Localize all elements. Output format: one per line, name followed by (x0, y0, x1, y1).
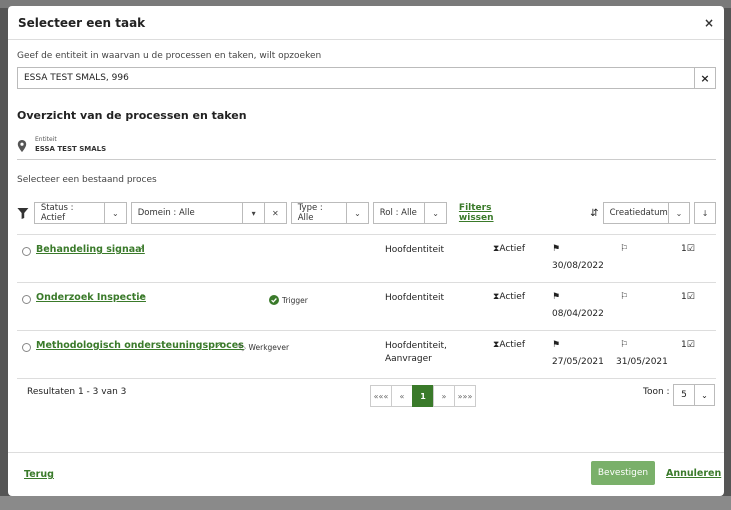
entity-search: ESSA TEST SMALS, 996 × (17, 67, 716, 89)
chevron-down-icon[interactable]: ▾ (243, 202, 265, 224)
location-pin-icon (17, 140, 27, 152)
sort-direction-button[interactable]: ↓ (694, 202, 717, 224)
domein-clear-icon[interactable]: ✕ (264, 202, 287, 224)
process-list: Behandeling signaal ↗ Hoofdentiteit ⧗Act… (17, 234, 716, 379)
next-page-button[interactable]: » (433, 385, 455, 407)
process-status: ⧗Actief (493, 292, 526, 302)
external-link-icon: ↗ (216, 340, 223, 349)
chevron-down-icon[interactable]: ⌄ (347, 202, 369, 224)
process-radio[interactable] (22, 343, 31, 352)
entiteit-display: Entiteit ESSA TEST SMALS (17, 136, 716, 160)
table-row[interactable]: Behandeling signaal ↗ Hoofdentiteit ⧗Act… (17, 235, 716, 283)
table-row[interactable]: Methodologisch ondersteuningsproces ↗ 🏷 … (17, 331, 716, 379)
chevron-down-icon[interactable]: ⌄ (425, 202, 447, 224)
filters-clear-link[interactable]: Filters wissen (459, 203, 528, 223)
external-link-icon: ↗ (138, 292, 145, 301)
tag-text: Trigger (282, 295, 308, 305)
process-date-end: 31/05/2021 (616, 357, 668, 367)
pagination-row: Resultaten 1 - 3 van 3 ««« « 1 » »»» Too… (17, 379, 716, 415)
tag-text: Werkgever (248, 343, 290, 352)
task-count: 1☑ (681, 292, 695, 302)
chevron-down-icon[interactable]: ⌄ (105, 202, 127, 224)
overview-title: Overzicht van de processen en taken (17, 109, 247, 122)
type-filter[interactable]: Type : Alle (290, 202, 348, 224)
close-icon[interactable]: × (704, 16, 714, 30)
entity-clear-button[interactable]: × (694, 67, 716, 89)
domain-line2: Aanvrager (385, 354, 432, 364)
table-row[interactable]: Onderzoek Inspectie ↗ Trigger Hoofdentit… (17, 283, 716, 331)
page-size-label: Toon : (643, 387, 670, 397)
sort-select[interactable]: Creatiedatum (602, 202, 669, 224)
modal-header: Selecteer een taak × (8, 6, 724, 40)
sort-icon[interactable]: ⇵ (590, 208, 598, 219)
flag-icon: ⚑ (552, 244, 561, 254)
tag-icon: 🏷 (237, 343, 247, 352)
process-domain: Hoofdentiteit, Aanvrager (385, 340, 447, 366)
background-bottom (0, 496, 731, 510)
select-process-label: Selecteer een bestaand proces (17, 175, 157, 185)
back-link[interactable]: Terug (24, 469, 54, 480)
trigger-tag: Trigger (269, 295, 308, 305)
domain-line1: Hoofdentiteit, (385, 341, 447, 351)
count-text: 1 (681, 340, 687, 350)
pagination: ««« « 1 » »»» (370, 385, 476, 407)
entiteit-label: Entiteit (35, 136, 57, 143)
page-size-select[interactable]: 5 ⌄ (673, 384, 715, 406)
check-circle-icon (269, 295, 279, 305)
results-count: Resultaten 1 - 3 van 3 (27, 387, 127, 397)
process-status: ⧗Actief (493, 340, 526, 350)
process-date-start: 30/08/2022 (552, 261, 604, 271)
status-text: Actief (499, 340, 526, 350)
count-text: 1 (681, 244, 687, 254)
process-date-start: 27/05/2021 (552, 357, 604, 367)
cancel-link[interactable]: Annuleren (666, 468, 721, 479)
process-radio[interactable] (22, 247, 31, 256)
task-count: 1☑ (681, 340, 695, 350)
prev-page-button[interactable]: « (391, 385, 413, 407)
process-domain: Hoofdentiteit (385, 293, 445, 303)
first-page-button[interactable]: ««« (370, 385, 392, 407)
process-domain: Hoofdentiteit (385, 245, 445, 255)
domein-filter[interactable]: Domein : Alle (130, 202, 244, 224)
checkered-flag-icon: ⚐ (620, 292, 629, 302)
select-task-modal: Selecteer een taak × Geef de entiteit in… (8, 6, 724, 496)
status-text: Actief (499, 292, 526, 302)
modal-body: Geef de entiteit in waarvan u de process… (8, 51, 724, 415)
chevron-down-icon[interactable]: ⌄ (695, 384, 715, 406)
process-status: ⧗Actief (493, 244, 526, 254)
filter-bar: Status : Actief ⌄ Domein : Alle ▾ ✕ Type… (17, 202, 717, 224)
process-radio[interactable] (22, 295, 31, 304)
checkered-flag-icon: ⚐ (620, 340, 629, 350)
entiteit-value: ESSA TEST SMALS (35, 145, 107, 153)
page-button-current[interactable]: 1 (412, 385, 434, 407)
werkgever-tag: 🏷 Werkgever (237, 343, 289, 352)
status-text: Actief (499, 244, 526, 254)
last-page-button[interactable]: »»» (454, 385, 476, 407)
process-name[interactable]: Onderzoek Inspectie (36, 292, 146, 303)
task-count: 1☑ (681, 244, 695, 254)
page-size-value[interactable]: 5 (673, 384, 695, 406)
rol-filter[interactable]: Rol : Alle (372, 202, 426, 224)
entity-search-input[interactable]: ESSA TEST SMALS, 996 (17, 67, 694, 89)
filter-icon (17, 207, 29, 219)
flag-icon: ⚑ (552, 292, 561, 302)
modal-footer: Terug Bevestigen Annuleren (8, 452, 724, 496)
confirm-button[interactable]: Bevestigen (591, 461, 655, 485)
flag-icon: ⚑ (552, 340, 561, 350)
external-link-icon: ↗ (138, 244, 145, 253)
chevron-down-icon[interactable]: ⌄ (668, 202, 691, 224)
process-name[interactable]: Behandeling signaal (36, 244, 145, 255)
process-name[interactable]: Methodologisch ondersteuningsproces (36, 340, 244, 351)
process-date-start: 08/04/2022 (552, 309, 604, 319)
count-text: 1 (681, 292, 687, 302)
checkered-flag-icon: ⚐ (620, 244, 629, 254)
status-filter[interactable]: Status : Actief (33, 202, 105, 224)
entity-search-label: Geef de entiteit in waarvan u de process… (17, 51, 322, 61)
modal-title: Selecteer een taak (18, 15, 146, 30)
